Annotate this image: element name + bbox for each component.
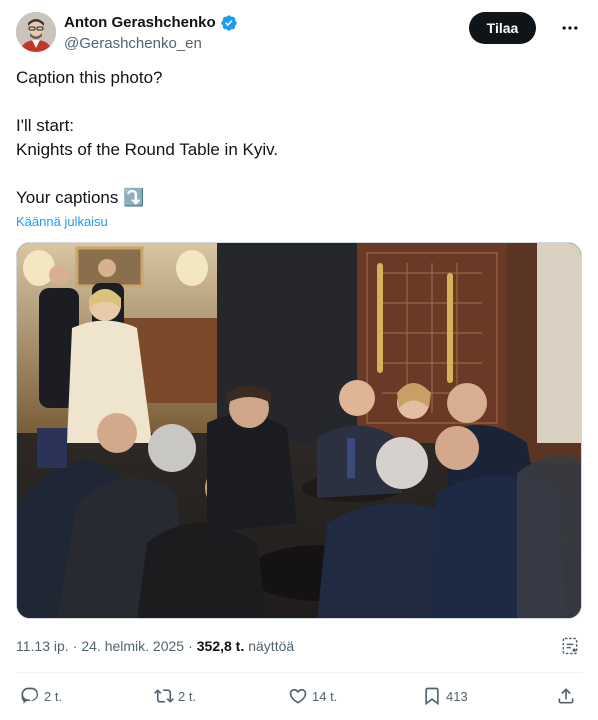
translate-post-link[interactable]: Käännä julkaisu bbox=[16, 213, 108, 231]
reply-button[interactable]: 2 t. bbox=[20, 684, 62, 708]
tweet-photo[interactable] bbox=[16, 242, 582, 619]
more-options-icon[interactable] bbox=[558, 16, 582, 40]
bookmark-count: 413 bbox=[446, 688, 468, 704]
tweet-line: I'll start: bbox=[16, 116, 75, 135]
avatar-image bbox=[16, 12, 56, 52]
share-button[interactable] bbox=[556, 684, 576, 708]
tweet-line: Caption this photo? bbox=[16, 68, 163, 87]
like-count: 14 t. bbox=[312, 688, 338, 704]
tweet-line bbox=[16, 90, 582, 114]
tweet-line: Your captions ⤵️ bbox=[16, 188, 145, 207]
display-name-row: Anton Gerashchenko bbox=[64, 13, 238, 33]
meta-separator: · bbox=[72, 638, 78, 654]
views-count: 352,8 t. bbox=[196, 638, 245, 654]
author-display-name[interactable]: Anton Gerashchenko bbox=[64, 13, 216, 33]
tweet-header: Anton Gerashchenko @Gerashchenko_en Tila… bbox=[16, 12, 582, 54]
meta-separator: · bbox=[188, 638, 193, 654]
share-icon bbox=[558, 688, 574, 704]
divider bbox=[16, 672, 582, 673]
author-avatar[interactable] bbox=[16, 12, 56, 52]
analytics-icon[interactable] bbox=[560, 636, 580, 656]
tweet-meta: 11.13 ip. · 24. helmik. 2025 · 352,8 t. … bbox=[16, 636, 582, 656]
post-time[interactable]: 11.13 ip. bbox=[16, 636, 69, 656]
bookmark-icon bbox=[425, 687, 439, 706]
post-date[interactable]: 24. helmik. 2025 bbox=[81, 636, 184, 656]
repost-icon bbox=[154, 689, 174, 703]
author-handle[interactable]: @Gerashchenko_en bbox=[64, 34, 238, 54]
heart-icon bbox=[289, 688, 307, 704]
subscribe-button[interactable]: Tilaa bbox=[469, 12, 536, 44]
verified-badge-icon bbox=[221, 15, 237, 31]
views-label: näyttöä bbox=[248, 638, 295, 654]
bookmark-button[interactable]: 413 bbox=[422, 684, 468, 708]
repost-count: 2 t. bbox=[178, 688, 197, 704]
reply-icon bbox=[21, 687, 39, 704]
author-names: Anton Gerashchenko @Gerashchenko_en bbox=[64, 13, 238, 54]
repost-button[interactable]: 2 t. bbox=[154, 684, 196, 708]
like-button[interactable]: 14 t. bbox=[288, 684, 337, 708]
photo-illustration bbox=[17, 243, 581, 618]
reply-count: 2 t. bbox=[44, 688, 63, 704]
action-bar: 2 t. 2 t. 14 t. 413 bbox=[16, 684, 582, 708]
tweet-text: Caption this photo? I'll start: Knights … bbox=[16, 66, 582, 210]
tweet-line: Knights of the Round Table in Kyiv. bbox=[16, 140, 279, 159]
tweet-line bbox=[16, 162, 582, 186]
